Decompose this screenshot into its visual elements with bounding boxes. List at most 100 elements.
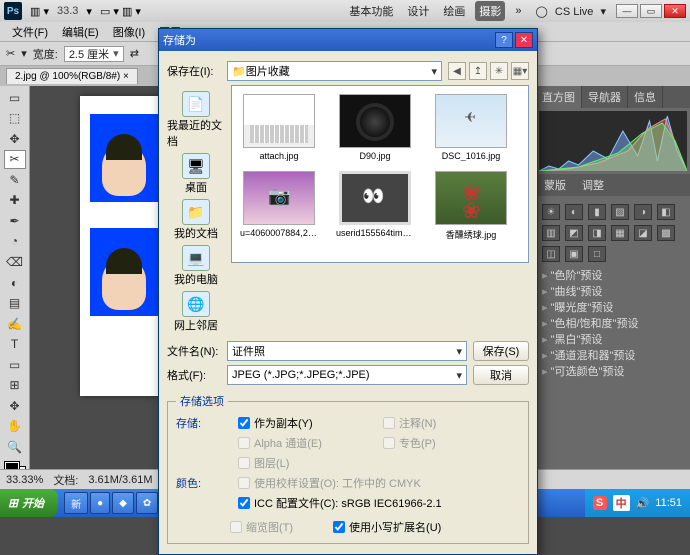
tool-zoom[interactable]: 🔍	[4, 437, 26, 457]
menu-mini-icon[interactable]: ▥ ▾	[30, 5, 49, 18]
document-tab[interactable]: 2.jpg @ 100%(RGB/8#) ×	[6, 68, 138, 84]
swap-icon[interactable]: ⇄	[130, 47, 139, 60]
taskbar-item[interactable]: ●	[90, 492, 110, 514]
tool-eyedropper[interactable]: ✎	[4, 170, 26, 190]
viewmode-icon[interactable]: ▦▾	[511, 62, 529, 80]
tool-path[interactable]: ▭	[4, 355, 26, 375]
menu-edit[interactable]: 编辑(E)	[56, 22, 105, 42]
tool-heal[interactable]: ✚	[4, 191, 26, 211]
sogou-ime-icon[interactable]: S	[593, 496, 607, 510]
adj-vibrance-icon[interactable]: ◑	[634, 204, 652, 220]
document-canvas[interactable]	[80, 96, 168, 396]
tool-crop[interactable]: ✂	[4, 150, 26, 170]
menu-image[interactable]: 图像(I)	[107, 22, 151, 42]
status-zoom[interactable]: 33.33%	[6, 474, 43, 486]
tool-stamp[interactable]: ◔	[4, 232, 26, 252]
window-close-button[interactable]: ✕	[664, 4, 686, 18]
panel-tab-info[interactable]: 信息	[628, 86, 663, 108]
cancel-button[interactable]: 取消	[473, 365, 529, 385]
view-mode-icons[interactable]: ▭ ▾ ▥ ▾	[100, 5, 141, 18]
preset-levels[interactable]: "色阶"预设	[542, 268, 684, 284]
adj-selcol-icon[interactable]: □	[588, 246, 606, 262]
preset-chanmix[interactable]: "通道混和器"预设	[542, 348, 684, 364]
taskbar-item[interactable]: 新	[64, 492, 88, 514]
tool-move[interactable]: ▭	[4, 88, 26, 108]
more-tabs-icon[interactable]: »	[511, 3, 525, 19]
place-mydocs[interactable]: 📁我的文档	[174, 199, 218, 241]
tool-marquee[interactable]: ⬚	[4, 109, 26, 129]
preset-exposure[interactable]: "曝光度"预设	[542, 300, 684, 316]
width-field[interactable]: 2.5 厘米	[64, 46, 124, 62]
file-item[interactable]: D90.jpg	[336, 94, 414, 161]
tab-photography[interactable]: 摄影	[475, 1, 505, 21]
up-icon[interactable]: ↥	[469, 62, 487, 80]
preset-bw[interactable]: "黑白"预设	[542, 332, 684, 348]
panel-tab-mask[interactable]: 蒙版	[536, 174, 574, 196]
window-minimize-button[interactable]: —	[616, 4, 638, 18]
file-item[interactable]: userid155564time2...	[336, 171, 414, 241]
tray-clock[interactable]: 11:51	[655, 497, 682, 509]
cslive-button[interactable]: ◯ CS Live ▾	[532, 3, 610, 20]
dialog-close-button[interactable]: ✕	[515, 32, 533, 48]
tab-design[interactable]: 设计	[403, 1, 433, 21]
file-browser[interactable]: attach.jpg D90.jpg DSC_1016.jpg u=406000…	[231, 85, 529, 263]
panel-tab-histogram[interactable]: 直方图	[536, 86, 582, 108]
filename-field[interactable]: 证件照	[227, 341, 467, 361]
newfolder-icon[interactable]: ✳	[490, 62, 508, 80]
adj-hue-icon[interactable]: ◧	[657, 204, 675, 220]
adj-curves-icon[interactable]: ▮	[588, 204, 606, 220]
menu-file[interactable]: 文件(F)	[6, 22, 54, 42]
tool-hand[interactable]: ✋	[4, 417, 26, 437]
adj-poster-icon[interactable]: ▩	[657, 225, 675, 241]
crop-tool-icon[interactable]: ✂	[6, 47, 15, 60]
tool-brush[interactable]: ✒	[4, 211, 26, 231]
tool-shape[interactable]: ⊞	[4, 375, 26, 395]
file-item[interactable]: attach.jpg	[240, 94, 318, 161]
tool-gradient[interactable]: ◐	[4, 273, 26, 293]
place-mycomputer[interactable]: 💻我的电脑	[174, 245, 218, 287]
taskbar-item[interactable]: ✿	[136, 492, 158, 514]
adj-colbal-icon[interactable]: ▥	[542, 225, 560, 241]
adj-thresh-icon[interactable]: ◫	[542, 246, 560, 262]
file-item[interactable]: 香醺绣球.jpg	[432, 171, 510, 241]
panel-tab-adjust[interactable]: 调整	[574, 174, 612, 196]
preset-curves[interactable]: "曲线"预设	[542, 284, 684, 300]
save-button[interactable]: 保存(S)	[473, 341, 529, 361]
savein-combo[interactable]: 📁 图片收藏	[227, 61, 442, 81]
tool-blur[interactable]: ▤	[4, 293, 26, 313]
adj-invert-icon[interactable]: ◪	[634, 225, 652, 241]
tray-speaker-icon[interactable]: 🔊	[636, 497, 650, 510]
adj-gradmap-icon[interactable]: ▣	[565, 246, 583, 262]
as-copy-checkbox[interactable]: 作为副本(Y)	[238, 415, 375, 431]
window-maximize-button[interactable]: ▭	[640, 4, 662, 18]
adj-levels-icon[interactable]: ◐	[565, 204, 583, 220]
dialog-help-button[interactable]: ?	[495, 32, 513, 48]
dialog-titlebar[interactable]: 存储为 ? ✕	[159, 29, 537, 51]
place-recent[interactable]: 📄我最近的文档	[167, 91, 225, 149]
taskbar-item[interactable]: ◆	[112, 492, 134, 514]
tab-painting[interactable]: 绘画	[439, 1, 469, 21]
tool-dodge[interactable]: ✍	[4, 314, 26, 334]
tool-lasso[interactable]: ✥	[4, 129, 26, 149]
panel-tab-navigator[interactable]: 导航器	[582, 86, 628, 108]
zoom-dropdown-icon[interactable]: ▾	[86, 5, 92, 18]
file-item[interactable]: u=4060007884,2808...	[240, 171, 318, 241]
ime-lang-icon[interactable]: 中	[613, 495, 630, 511]
tool-type[interactable]: T	[4, 334, 26, 354]
adj-brightness-icon[interactable]: ☀	[542, 204, 560, 220]
format-combo[interactable]: JPEG (*.JPG;*.JPEG;*.JPE)	[227, 365, 467, 385]
adj-exposure-icon[interactable]: ▨	[611, 204, 629, 220]
adj-chanmix-icon[interactable]: ▦	[611, 225, 629, 241]
icc-checkbox[interactable]: ICC 配置文件(C): sRGB IEC61966-2.1	[238, 495, 520, 511]
back-icon[interactable]: ◀	[448, 62, 466, 80]
place-desktop[interactable]: 🖥桌面	[182, 153, 210, 195]
tool-eraser[interactable]: ⌫	[4, 252, 26, 272]
preset-selcol[interactable]: "可选颜色"预设	[542, 364, 684, 380]
file-item[interactable]: DSC_1016.jpg	[432, 94, 510, 161]
tool-3d[interactable]: ✥	[4, 396, 26, 416]
preset-hue[interactable]: "色相/饱和度"预设	[542, 316, 684, 332]
adj-bw-icon[interactable]: ◩	[565, 225, 583, 241]
tab-essentials[interactable]: 基本功能	[345, 1, 397, 21]
adj-photo-icon[interactable]: ◨	[588, 225, 606, 241]
start-button[interactable]: ⊞ 开始	[0, 489, 58, 517]
